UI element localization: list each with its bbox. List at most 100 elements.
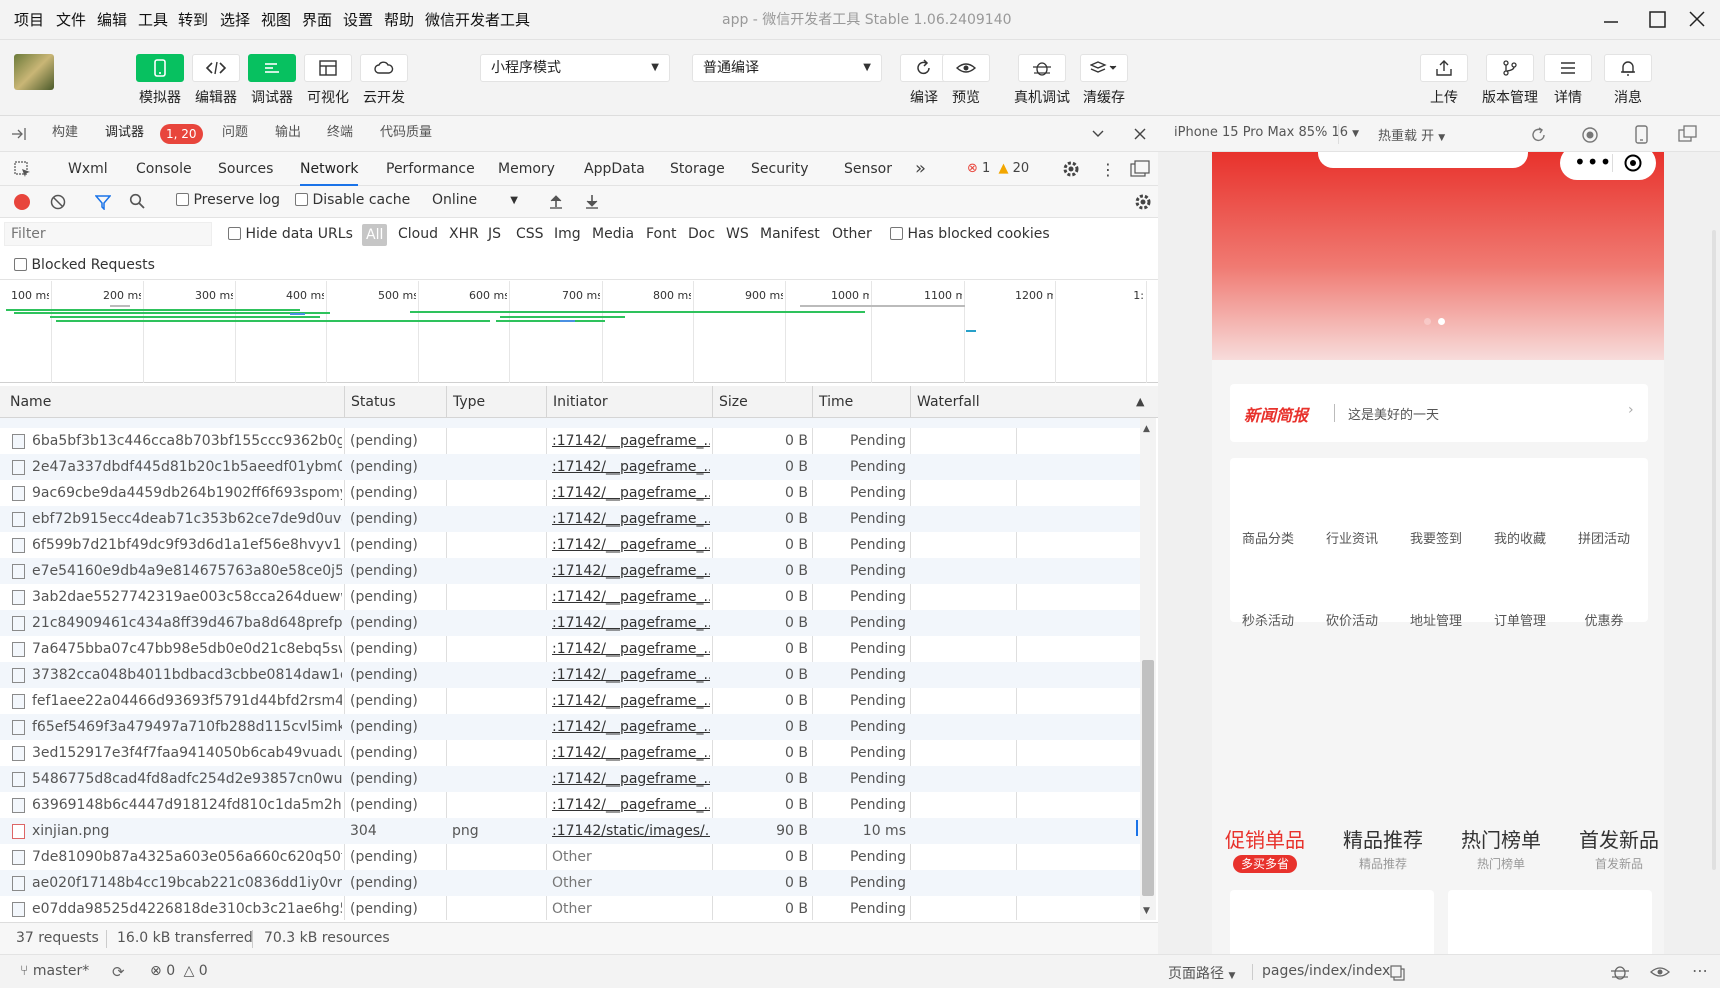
table-row[interactable]: f65ef5469f3a479497a710fb288d115cvl5imkv.… xyxy=(0,714,1140,740)
tool-branch[interactable]: 版本管理 xyxy=(1474,54,1546,107)
tab-sensor[interactable]: Sensor xyxy=(844,152,892,186)
table-row[interactable]: 7a6475bba07c47bb98e5db0e0d21c8ebq5sw... (… xyxy=(0,636,1140,662)
request-initiator[interactable]: :17142/__pageframe_... xyxy=(552,688,710,714)
tab-wxml[interactable]: Wxml xyxy=(68,152,108,186)
problems-counter[interactable]: ⊗ 0 △ 0 xyxy=(150,963,208,979)
close-icon[interactable] xyxy=(1132,126,1148,146)
grid-item-9[interactable]: 优惠券 xyxy=(1562,610,1646,629)
type-filter-xhr[interactable]: XHR xyxy=(449,226,479,242)
promo-tab-2[interactable]: 热门榜单 热门榜单 xyxy=(1446,824,1556,872)
compile-select[interactable]: 普通编译 ▼ xyxy=(692,54,882,82)
table-row[interactable]: 2e47a337dbdf445d81b20c1b5aeedf01ybm0j...… xyxy=(0,454,1140,480)
type-filter-other[interactable]: Other xyxy=(832,226,872,242)
capsule-menu[interactable]: ••• xyxy=(1560,152,1656,180)
menu-item-3[interactable]: 工具 xyxy=(138,0,168,40)
tool-compile[interactable]: 编译 xyxy=(900,54,948,107)
grid-item-5[interactable]: 秒杀活动 xyxy=(1226,610,1310,629)
table-row[interactable]: xinjian.png 304 png:17142/static/images/..… xyxy=(0,818,1140,844)
tool-bell[interactable]: 消息 xyxy=(1600,54,1656,107)
type-filter-cloud[interactable]: Cloud xyxy=(398,226,438,242)
menu-item-4[interactable]: 转到 xyxy=(178,0,208,40)
more-tabs-button[interactable]: » xyxy=(915,152,926,186)
phone-frame-icon[interactable] xyxy=(1632,125,1650,149)
request-initiator[interactable]: :17142/__pageframe_... xyxy=(552,766,710,792)
request-initiator[interactable]: :17142/__pageframe_... xyxy=(552,532,710,558)
blocked-requests-checkbox[interactable]: Blocked Requests xyxy=(14,257,155,273)
grid-item-8[interactable]: 订单管理 xyxy=(1478,610,1562,629)
bug-icon[interactable] xyxy=(1610,963,1630,985)
menu-item-5[interactable]: 选择 xyxy=(220,0,250,40)
throttle-select[interactable]: Online ▼ xyxy=(432,192,518,208)
promo-tab-0[interactable]: 促销单品 多买多省 xyxy=(1212,824,1320,873)
page-path-select[interactable]: 页面路径 ▼ xyxy=(1168,963,1235,983)
table-row[interactable]: ebf72b915ecc4deab71c353b62ce7de9d0uv4...… xyxy=(0,506,1140,532)
tool-layout[interactable]: 可视化 xyxy=(300,54,356,107)
devtools-tab-2[interactable]: 问题 xyxy=(222,116,248,152)
devtools-tab-4[interactable]: 终端 xyxy=(327,116,353,152)
table-row[interactable]: 3ab2dae5527742319ae003c58cca264dueww... (… xyxy=(0,584,1140,610)
tool-cloud[interactable]: 云开发 xyxy=(356,54,412,107)
column-header-size[interactable]: Size xyxy=(712,386,812,418)
column-header-time[interactable]: Time xyxy=(812,386,910,418)
copy-icon[interactable] xyxy=(1390,965,1406,985)
table-row[interactable]: 21c84909461c434a8ff39d467ba8d648prefpn..… xyxy=(0,610,1140,636)
tool-menu[interactable]: 详情 xyxy=(1540,54,1596,107)
filter-icon[interactable] xyxy=(94,194,112,214)
export-har-icon[interactable] xyxy=(584,193,600,213)
menu-item-2[interactable]: 编辑 xyxy=(97,0,127,40)
grid-item-2[interactable]: 我要签到 xyxy=(1394,528,1478,547)
dock-icon[interactable] xyxy=(10,126,28,146)
column-header-waterfall[interactable]: Waterfall xyxy=(910,386,1140,418)
gear-icon[interactable] xyxy=(1062,160,1080,182)
type-filter-ws[interactable]: WS xyxy=(726,226,749,242)
request-initiator[interactable]: :17142/__pageframe_... xyxy=(552,610,710,636)
phone-screen[interactable]: ••• 新闻简报 这是美好的一天 › 商品分类 行业资讯 我要签到 我的收藏 拼团活动秒… xyxy=(1212,152,1664,954)
tab-storage[interactable]: Storage xyxy=(670,152,725,186)
tool-code[interactable]: 编辑器 xyxy=(188,54,244,107)
news-bar[interactable]: 新闻简报 这是美好的一天 › xyxy=(1230,384,1648,442)
type-filter-img[interactable]: Img xyxy=(554,226,581,242)
scrollbar-thumb[interactable] xyxy=(1142,660,1154,896)
import-har-icon[interactable] xyxy=(548,193,564,213)
undock-icon[interactable] xyxy=(1130,160,1150,182)
table-scrollbar[interactable]: ▲ ▼ xyxy=(1140,418,1156,920)
type-filter-font[interactable]: Font xyxy=(646,226,676,242)
tab-network[interactable]: Network xyxy=(300,152,359,186)
detach-window-icon[interactable] xyxy=(1678,125,1698,147)
table-row[interactable]: 9ac69cbe9da4459db264b1902ff6f693spomy...… xyxy=(0,480,1140,506)
maximize-icon[interactable] xyxy=(1640,4,1674,36)
column-header-status[interactable]: Status xyxy=(344,386,446,418)
grid-item-7[interactable]: 地址管理 xyxy=(1394,610,1478,629)
search-bar[interactable] xyxy=(1318,152,1528,168)
table-row[interactable]: 6ba5bf3b13c446cca8b703bf155ccc9362b0g...… xyxy=(0,428,1140,454)
grid-item-3[interactable]: 我的收藏 xyxy=(1478,528,1562,547)
column-header-initiator[interactable]: Initiator xyxy=(546,386,712,418)
devtools-tab-5[interactable]: 代码质量 xyxy=(380,116,432,152)
type-filter-all[interactable]: All xyxy=(362,224,388,246)
column-header-type[interactable]: Type xyxy=(446,386,546,418)
tab-sources[interactable]: Sources xyxy=(218,152,273,186)
carousel-dot-active[interactable] xyxy=(1438,318,1445,325)
table-row[interactable]: 7de81090b87a4325a603e056a660c620q50t... (… xyxy=(0,844,1140,870)
devtools-tab-1[interactable]: 调试器 xyxy=(105,116,144,152)
type-filter-js[interactable]: JS xyxy=(488,226,501,242)
rotate-icon[interactable] xyxy=(1530,126,1548,148)
git-branch[interactable]: ⑂ master* xyxy=(20,963,89,979)
tab-memory[interactable]: Memory xyxy=(498,152,555,186)
tool-bug[interactable]: 真机调试 xyxy=(1006,54,1078,107)
request-initiator[interactable]: :17142/__pageframe_... xyxy=(552,662,710,688)
table-row[interactable]: e7e54160e9db4a9e814675763a80e58ce0j52...… xyxy=(0,558,1140,584)
grid-item-0[interactable]: 商品分类 xyxy=(1226,528,1310,547)
table-row[interactable]: 3ed152917e3f4f7faa9414050b6cab49vuadul..… xyxy=(0,740,1140,766)
menu-item-10[interactable]: 微信开发者工具 xyxy=(425,0,530,40)
table-row[interactable]: e07dda98525d4226818de310cb3c21ae6hg5... (… xyxy=(0,896,1140,920)
more-icon[interactable]: ••• xyxy=(1574,152,1612,174)
more-options-icon[interactable]: ⋯ xyxy=(1692,961,1708,980)
request-initiator[interactable]: :17142/__pageframe_... xyxy=(552,584,710,610)
sort-asc-icon[interactable]: ▲ xyxy=(1136,386,1144,418)
scroll-down-icon[interactable]: ▼ xyxy=(1143,906,1150,916)
sync-icon[interactable]: ⟳ xyxy=(112,963,125,981)
device-select[interactable]: iPhone 15 Pro Max 85% 16 ▼ xyxy=(1174,125,1359,140)
devtools-tab-3[interactable]: 输出 xyxy=(275,116,301,152)
promo-tab-1[interactable]: 精品推荐 精品推荐 xyxy=(1328,824,1438,872)
